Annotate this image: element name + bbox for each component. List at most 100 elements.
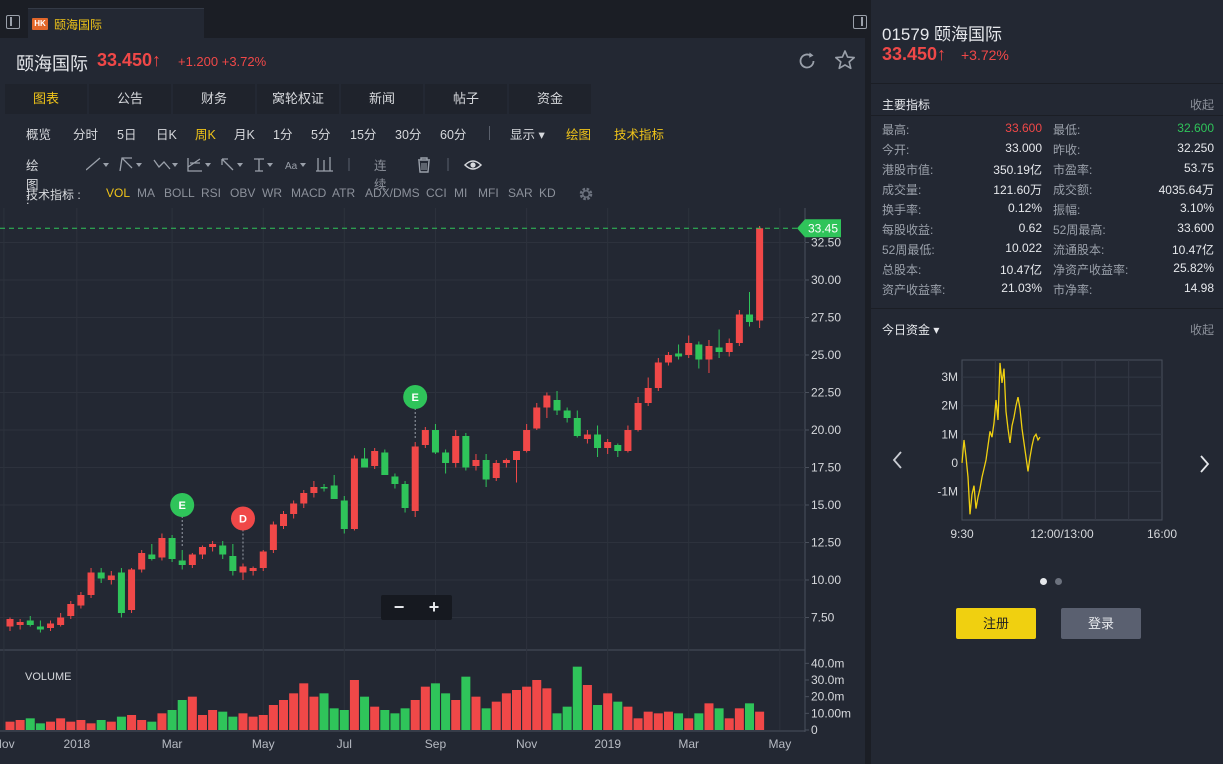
wave-tool-icon[interactable] <box>153 159 178 170</box>
indicator-adx[interactable]: ADX/DMS <box>365 186 420 200</box>
funds-collapse-link[interactable]: 收起 <box>1190 321 1214 338</box>
candle-body <box>442 452 450 463</box>
price-tick-label: 20.00 <box>811 423 841 437</box>
display-dropdown[interactable]: 显示 ▾ <box>510 124 545 143</box>
candle-body <box>472 460 480 466</box>
favorite-star-icon[interactable] <box>834 49 856 71</box>
visibility-eye-icon[interactable] <box>463 160 483 170</box>
volume-bar <box>461 676 471 730</box>
candle-body <box>117 572 125 613</box>
stock-tab[interactable]: HK 颐海国际 <box>28 8 204 38</box>
candle-body <box>411 446 419 511</box>
market-badge: HK <box>32 18 48 30</box>
login-button[interactable]: 登录 <box>1061 608 1141 639</box>
timeframe-5day[interactable]: 5日 <box>117 124 136 143</box>
next-chart-chevron-icon[interactable] <box>1200 455 1210 473</box>
channel-tool-icon[interactable] <box>119 157 142 172</box>
tab-funds[interactable]: 资金 <box>509 84 591 114</box>
indicator-sar[interactable]: SAR <box>508 186 533 200</box>
draw-toggle[interactable]: 绘图 <box>566 124 591 143</box>
candles-layer <box>6 226 764 633</box>
volume-bar <box>197 715 207 730</box>
timeframe-5min[interactable]: 5分 <box>311 124 330 143</box>
refresh-icon[interactable] <box>796 50 818 72</box>
volume-bar <box>491 701 501 730</box>
carousel-dot[interactable] <box>1055 578 1062 585</box>
indicator-wr[interactable]: WR <box>262 186 282 200</box>
candle-body <box>259 551 267 568</box>
candle-body <box>715 347 723 352</box>
tab-financials[interactable]: 财务 <box>173 84 255 114</box>
volume-bar <box>319 693 329 730</box>
indicator-cci[interactable]: CCI <box>426 186 447 200</box>
timeframe-30min[interactable]: 30分 <box>395 124 421 143</box>
metric-value: 10.47亿 <box>999 263 1042 277</box>
register-button[interactable]: 注册 <box>956 608 1036 639</box>
measure-tool-icon[interactable] <box>254 158 273 172</box>
time-tick-label: Jul <box>337 737 352 751</box>
prev-chart-chevron-icon[interactable] <box>892 451 902 469</box>
indicator-rsi[interactable]: RSI <box>201 186 221 200</box>
candle-body <box>725 343 733 352</box>
candle-body <box>178 560 186 565</box>
indicators-toggle[interactable]: 技术指标 <box>614 124 664 143</box>
candle-body <box>350 458 358 529</box>
arrow-tool-icon[interactable] <box>221 158 243 171</box>
metric-row: 52周最低: 10.022 流通股本: 10.47亿 <box>882 241 1214 261</box>
funds-dropdown[interactable]: 今日资金 ▾ <box>882 321 939 338</box>
metrics-collapse-link[interactable]: 收起 <box>1190 96 1214 113</box>
indicator-kd[interactable]: KD <box>539 186 556 200</box>
indicator-mi[interactable]: MI <box>454 186 467 200</box>
volume-bar <box>471 696 481 730</box>
metric-value: 121.60万 <box>993 183 1042 197</box>
timeframe-weekly[interactable]: 周K <box>195 124 216 143</box>
indicator-vol[interactable]: VOL <box>106 186 130 200</box>
indicator-atr[interactable]: ATR <box>332 186 355 200</box>
metric-label: 今开: <box>882 143 910 157</box>
trash-icon[interactable] <box>418 157 430 173</box>
sidebar-toggle-icon[interactable] <box>6 15 20 29</box>
zoom-in-button[interactable]: + <box>429 597 440 617</box>
indicator-ma[interactable]: MA <box>137 186 155 200</box>
fib-tool-icon[interactable] <box>187 158 211 172</box>
sidebar-change: +3.72% <box>961 47 1009 63</box>
indicator-macd[interactable]: MACD <box>291 186 326 200</box>
timeframe-60min[interactable]: 60分 <box>440 124 466 143</box>
tab-warrants[interactable]: 窝轮权证 <box>257 84 339 114</box>
volume-bar <box>279 700 289 730</box>
timeframe-daily[interactable]: 日K <box>156 124 177 143</box>
tab-chart[interactable]: 图表 <box>5 84 87 114</box>
volume-bar <box>420 686 430 730</box>
indicator-mfi[interactable]: MFI <box>478 186 499 200</box>
timeframe-overview[interactable]: 概览 <box>26 124 51 143</box>
tab-announcements[interactable]: 公告 <box>89 84 171 114</box>
volume-bar <box>289 693 299 730</box>
timeframe-15min[interactable]: 15分 <box>350 124 376 143</box>
candle-tool-icon[interactable] <box>316 157 333 172</box>
text-tool-icon[interactable]: Aa <box>285 161 306 172</box>
volume-bar <box>96 720 106 730</box>
timeframe-monthly[interactable]: 月K <box>234 124 255 143</box>
candle-body <box>401 484 409 508</box>
tab-posts[interactable]: 帖子 <box>425 84 507 114</box>
tab-news[interactable]: 新闻 <box>341 84 423 114</box>
indicator-obv[interactable]: OBV <box>230 186 255 200</box>
volume-tick-label: 30.0m <box>811 673 844 687</box>
line-tool-icon[interactable] <box>86 157 109 171</box>
carousel-dot-active[interactable] <box>1040 578 1047 585</box>
timeframe-intraday[interactable]: 分时 <box>73 124 98 143</box>
metric-row: 成交量: 121.60万 成交额: 4035.64万 <box>882 181 1214 201</box>
candle-body <box>462 436 470 468</box>
candle-body <box>269 524 277 550</box>
indicator-boll[interactable]: BOLL <box>164 186 195 200</box>
timeframe-1min[interactable]: 1分 <box>273 124 292 143</box>
candle-body <box>97 572 105 579</box>
zoom-out-button[interactable]: − <box>394 597 405 617</box>
volume-bar <box>430 683 440 730</box>
right-panel-toggle-icon[interactable] <box>853 15 867 29</box>
metric-row: 总股本: 10.47亿 净资产收益率: 25.82% <box>882 261 1214 281</box>
indicator-settings-gear-icon[interactable] <box>577 185 595 203</box>
candlestick-chart[interactable]: 32.50 30.00 27.50 25.00 22.50 20.00 17.50 15.00… <box>0 208 865 764</box>
candle-body <box>209 544 217 547</box>
candle-body <box>614 445 622 451</box>
